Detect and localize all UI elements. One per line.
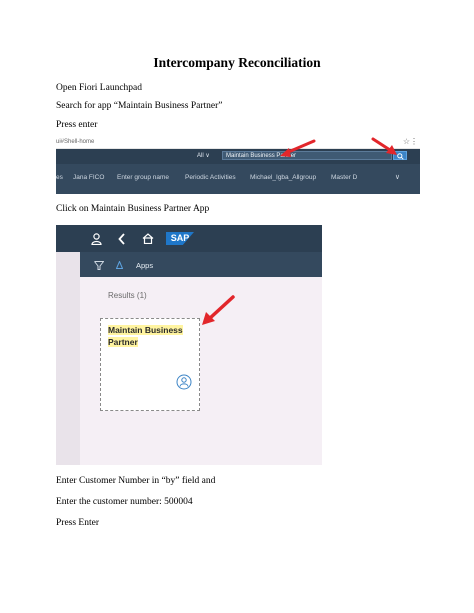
shell-header: All ∨ Maintain Business Partner [56,149,420,164]
filter-icon[interactable] [94,261,104,270]
pointer-arrow-icon [280,139,316,157]
apps-tab[interactable]: Apps [136,261,153,270]
tile-title: Maintain Business Partner [108,324,183,348]
step-press-enter: Press enter [56,120,98,130]
side-strip [56,252,80,465]
results-count: Results (1) [108,291,147,300]
search-results-bar [80,252,322,277]
tile-title-line: Maintain Business [108,325,183,335]
document-title: Intercompany Reconciliation [153,55,321,70]
pointer-arrow-icon [371,137,397,155]
group-tab[interactable]: Michael_Igba_Allgroup [250,174,316,181]
apps-search-screenshot: SAP Apps Results (1) Maintain Business P… [56,225,322,465]
apps-icon [116,261,123,269]
browser-url-bar[interactable]: ui#Shell-home ☆ ⋮ [56,136,420,149]
group-tabs-bar: es Jana FICO Enter group name Periodic A… [56,164,420,194]
group-tab[interactable]: Jana FICO [73,174,104,181]
step-enter-customer-number: Enter Customer Number in “by” field and [56,476,216,486]
step-press-enter-final: Press Enter [56,518,100,528]
group-tab[interactable]: Periodic Activities [185,174,236,181]
back-icon[interactable] [118,233,126,245]
search-scope-select[interactable]: All ∨ [197,152,210,159]
group-tab[interactable]: Master D [331,174,357,181]
chevron-down-icon[interactable]: ∨ [395,173,400,181]
pointer-arrow-icon [202,295,235,325]
shell-topbar: SAP [56,225,322,252]
launchpad-header-screenshot: ui#Shell-home ☆ ⋮ All ∨ Maintain Busines… [56,136,420,194]
sap-logo: SAP [166,232,194,245]
maintain-business-partner-tile[interactable]: Maintain Business Partner [100,318,200,411]
search-scope-value: All [197,153,204,159]
url-text: ui#Shell-home [56,139,95,145]
step-search-app: Search for app “Maintain Business Partne… [56,101,223,111]
tile-title-line: Partner [108,337,138,347]
user-icon[interactable] [91,233,102,245]
browser-menu-icon[interactable]: ⋮ [410,137,418,146]
step-open-launchpad: Open Fiori Launchpad [56,83,143,93]
bookmark-star-icon[interactable]: ☆ [403,137,410,146]
group-tab[interactable]: es [56,174,63,181]
business-partner-icon [176,374,192,390]
group-tab[interactable]: Enter group name [117,174,169,181]
home-icon[interactable] [142,233,154,244]
step-click-app: Click on Maintain Business Partner App [56,204,210,214]
step-enter-value: Enter the customer number: 500004 [56,497,193,507]
